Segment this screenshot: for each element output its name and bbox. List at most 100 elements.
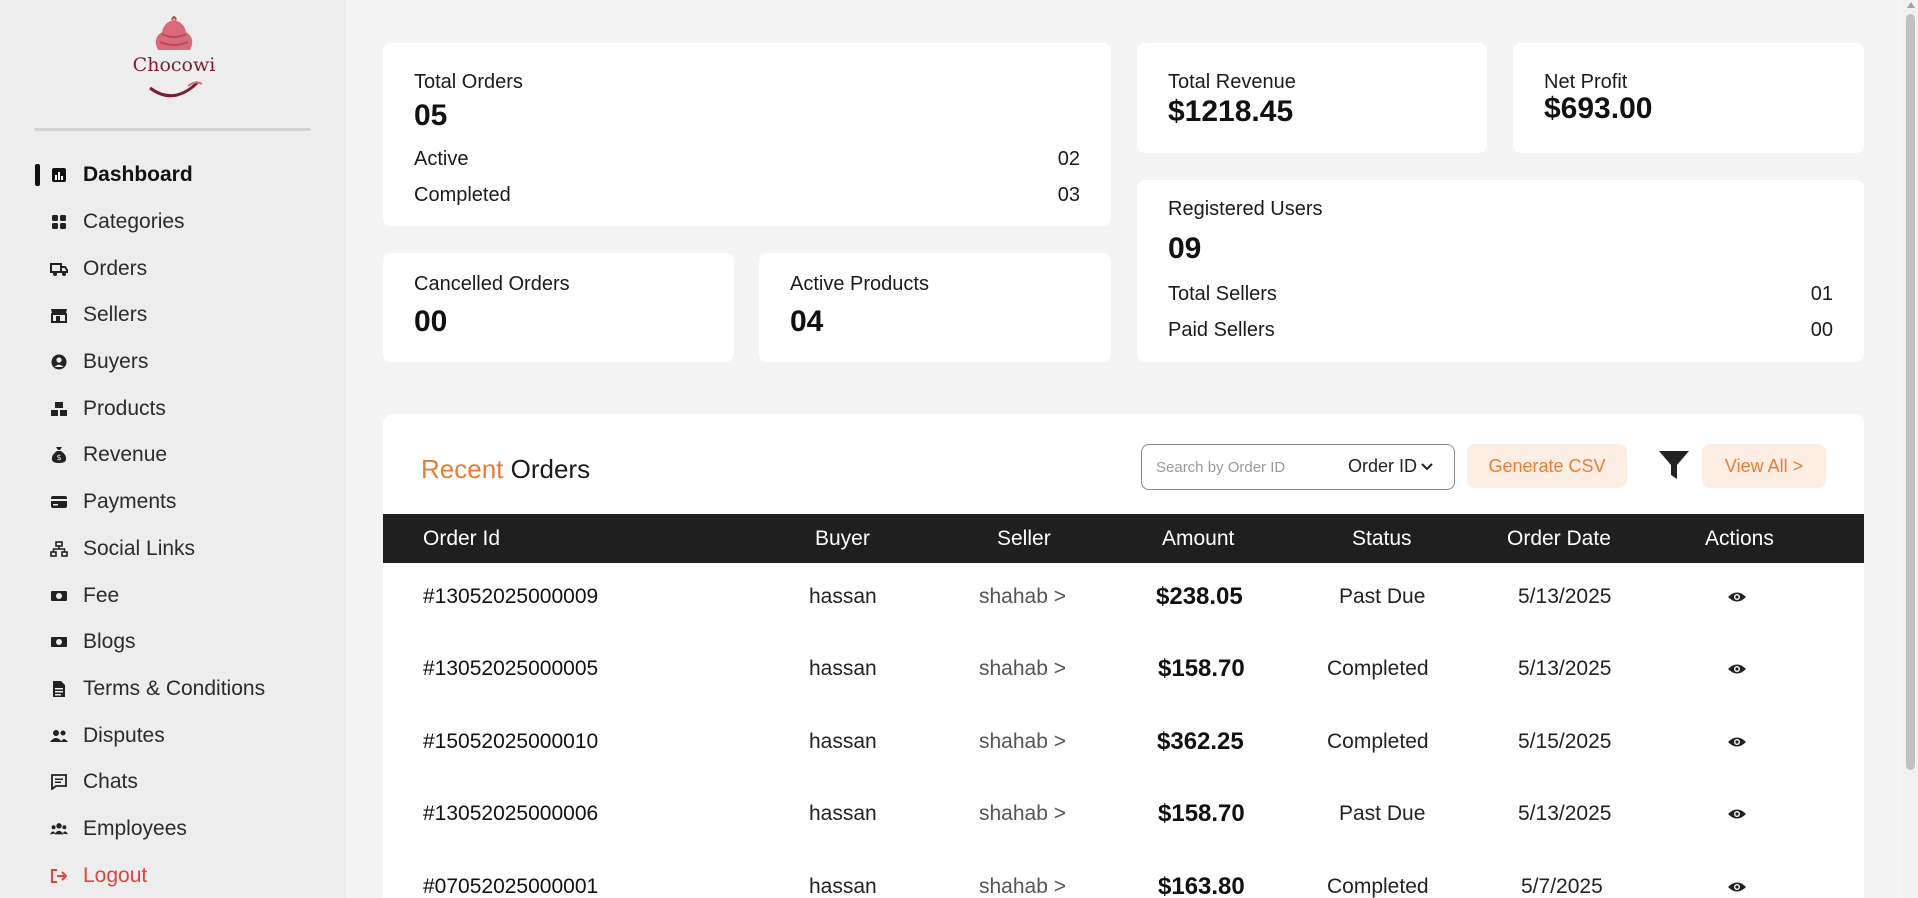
column-header: Amount — [1162, 527, 1235, 550]
card-value: 04 — [790, 305, 824, 338]
sidebar-item-label: Revenue — [83, 443, 168, 467]
order-status: Past Due — [1339, 802, 1426, 825]
seller-link[interactable]: shahab > — [979, 875, 1066, 898]
active-products-card: Active Products 04 — [759, 253, 1111, 362]
view-eye-icon[interactable] — [1727, 880, 1747, 894]
sidebar-item-social-links[interactable]: Social Links — [0, 526, 346, 573]
seller-link[interactable]: shahab > — [979, 657, 1066, 681]
card-value: $693.00 — [1544, 92, 1653, 125]
sidebar-item-chats[interactable]: Chats — [0, 759, 346, 806]
table-row: #15052025000010 hassan shahab > $362.25 … — [383, 708, 1864, 781]
order-date: 5/13/2025 — [1518, 802, 1612, 825]
total-revenue-card: Total Revenue $1218.45 — [1137, 43, 1487, 153]
sidebar: Chocowi Dashboard Categories Orders Sell… — [0, 0, 346, 898]
card-title: Net Profit — [1544, 71, 1628, 93]
sidebar-item-buyers[interactable]: Buyers — [0, 339, 346, 386]
search-input[interactable] — [1156, 455, 1316, 479]
card-value: 00 — [414, 305, 448, 338]
sidebar-item-blogs[interactable]: Blogs — [0, 619, 346, 666]
order-amount: $238.05 — [1156, 583, 1243, 610]
view-eye-icon[interactable] — [1727, 735, 1747, 749]
sidebar-item-label: Disputes — [83, 723, 165, 747]
view-eye-icon[interactable] — [1727, 807, 1747, 821]
brand-logo[interactable]: Chocowi — [128, 10, 220, 100]
order-id: #15052025000010 — [423, 730, 599, 753]
generate-csv-button[interactable]: Generate CSV — [1467, 444, 1627, 488]
sidebar-item-label: Blogs — [83, 630, 136, 654]
total-orders-card: Total Orders 05 Active 02 Completed 03 — [383, 43, 1111, 226]
money-bag-icon: $ — [50, 446, 68, 464]
net-profit-card: Net Profit $693.00 — [1513, 43, 1864, 153]
view-eye-icon[interactable] — [1727, 590, 1747, 604]
credit-card-icon — [50, 493, 68, 511]
order-amount: $362.25 — [1157, 728, 1244, 755]
panel-title: Recent Orders — [421, 454, 590, 485]
sidebar-item-label: Orders — [83, 256, 148, 280]
buyer-name: hassan — [809, 875, 877, 898]
seller-link[interactable]: shahab > — [979, 802, 1066, 826]
scrollbar-thumb[interactable] — [1906, 14, 1915, 770]
cash-icon — [50, 633, 68, 651]
users-icon — [50, 727, 68, 745]
registered-users-card: Registered Users 09 Total Sellers 01 Pai… — [1137, 180, 1864, 362]
column-header: Order Date — [1507, 527, 1611, 550]
search-by-value: Order ID — [1348, 456, 1418, 476]
chevron-down-icon — [1421, 462, 1433, 470]
active-value: 02 — [1057, 148, 1080, 170]
sidebar-item-label: Payments — [83, 490, 177, 514]
sidebar-item-terms[interactable]: Terms & Conditions — [0, 666, 346, 713]
sidebar-item-disputes[interactable]: Disputes — [0, 712, 346, 759]
sidebar-item-categories[interactable]: Categories — [0, 199, 346, 246]
buyer-name: hassan — [809, 657, 877, 680]
sidebar-item-label: Terms & Conditions — [83, 676, 266, 700]
table-row: #13052025000005 hassan shahab > $158.70 … — [383, 635, 1864, 708]
order-status: Past Due — [1339, 585, 1426, 608]
sidebar-item-dashboard[interactable]: Dashboard — [0, 152, 346, 199]
total-sellers-value: 01 — [1810, 283, 1833, 305]
filter-icon[interactable] — [1658, 449, 1690, 481]
sidebar-item-fee[interactable]: Fee — [0, 572, 346, 619]
card-title: Active Products — [790, 273, 929, 295]
orders-table-header: Order Id Buyer Seller Amount Status Orde… — [383, 514, 1864, 563]
sidebar-item-label: Social Links — [83, 536, 196, 560]
sidebar-nav: Dashboard Categories Orders Sellers Buye… — [0, 152, 346, 898]
order-date: 5/13/2025 — [1518, 585, 1612, 608]
sidebar-item-sellers[interactable]: Sellers — [0, 292, 346, 339]
buyer-name: hassan — [809, 802, 877, 825]
store-icon — [50, 306, 68, 324]
buyer-name: hassan — [809, 585, 877, 608]
order-date: 5/13/2025 — [1518, 657, 1612, 680]
sidebar-item-employees[interactable]: Employees — [0, 806, 346, 853]
view-eye-icon[interactable] — [1727, 662, 1747, 676]
order-id: #13052025000006 — [423, 802, 599, 825]
sidebar-item-revenue[interactable]: $ Revenue — [0, 432, 346, 479]
order-id: #07052025000001 — [423, 875, 599, 898]
active-label: Active — [414, 148, 469, 170]
completed-value: 03 — [1057, 184, 1080, 206]
order-amount: $163.80 — [1158, 873, 1245, 898]
search-by-select[interactable]: Order ID — [1348, 456, 1433, 477]
card-title: Registered Users — [1168, 198, 1323, 220]
sidebar-divider — [34, 128, 311, 131]
panel-title-rest: Orders — [510, 454, 591, 484]
order-status: Completed — [1327, 657, 1429, 680]
column-header: Status — [1352, 527, 1412, 550]
user-circle-icon — [50, 353, 68, 371]
svg-text:$: $ — [56, 453, 61, 462]
seller-link[interactable]: shahab > — [979, 730, 1066, 754]
column-header: Actions — [1705, 527, 1774, 550]
seller-link[interactable]: shahab > — [979, 585, 1066, 609]
card-title: Total Revenue — [1168, 71, 1296, 93]
sidebar-item-label: Employees — [83, 816, 187, 840]
view-all-button[interactable]: View All > — [1702, 444, 1826, 488]
cash-icon — [50, 587, 68, 605]
sidebar-item-label: Sellers — [83, 303, 148, 327]
order-id: #13052025000005 — [423, 657, 599, 680]
sidebar-item-logout[interactable]: Logout — [0, 852, 346, 898]
table-row: #13052025000009 hassan shahab > $238.05 … — [383, 563, 1864, 636]
sidebar-item-payments[interactable]: Payments — [0, 479, 346, 526]
sidebar-item-orders[interactable]: Orders — [0, 245, 346, 292]
grid-icon — [50, 213, 68, 231]
scroll-up-arrow-icon[interactable] — [1907, 2, 1915, 8]
sidebar-item-products[interactable]: Products — [0, 385, 346, 432]
